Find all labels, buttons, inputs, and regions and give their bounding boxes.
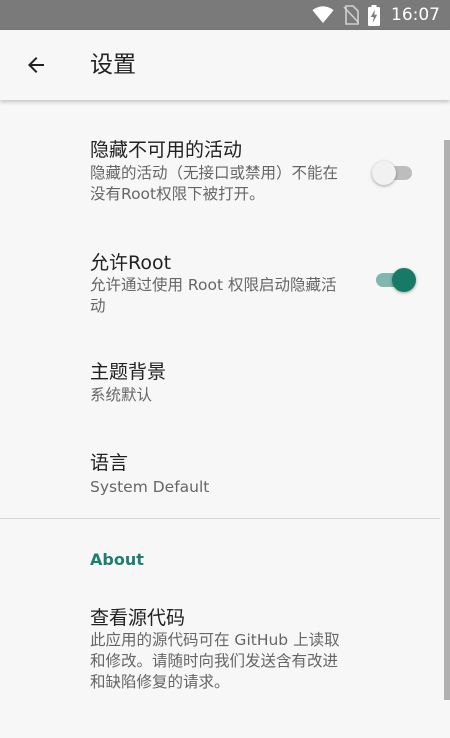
settings-list[interactable]: 隐藏不可用的活动 隐藏的活动（无接口或禁用）不能在没有Root权限下被打开。 允…: [0, 100, 450, 738]
pref-title: 允许Root: [90, 252, 172, 274]
divider: [0, 518, 440, 519]
allow-root-switch[interactable]: [372, 265, 416, 295]
pref-source-code[interactable]: 查看源代码 此应用的源代码可在 GitHub 上读取和修改。请随时向我们发送含有…: [0, 580, 440, 710]
pref-summary: 此应用的源代码可在 GitHub 上读取和修改。请随时向我们发送含有改进和缺陷修…: [90, 631, 340, 691]
section-header-about: About: [90, 550, 144, 569]
status-bar: 16:07: [0, 0, 450, 30]
pref-hide-unavailable[interactable]: 隐藏不可用的活动 隐藏的活动（无接口或禁用）不能在没有Root权限下被打开。: [0, 110, 440, 210]
pref-summary: 隐藏的活动（无接口或禁用）不能在没有Root权限下被打开。: [90, 164, 339, 203]
status-icons: 16:07: [312, 0, 440, 30]
pref-theme[interactable]: 主题背景 系统默认: [0, 330, 440, 420]
pref-allow-root[interactable]: 允许Root 允许通过使用 Root 权限启动隐藏活动: [0, 220, 440, 320]
back-button[interactable]: [16, 45, 56, 85]
switch-thumb: [392, 268, 416, 292]
page-title: 设置: [90, 52, 136, 78]
pref-summary: System Default: [90, 478, 210, 496]
pref-summary: 允许通过使用 Root 权限启动隐藏活动: [90, 276, 337, 315]
battery-charging-icon: [368, 4, 380, 26]
arrow-back-icon: [28, 57, 44, 73]
pref-title: 隐藏不可用的活动: [90, 139, 243, 161]
pref-title: 语言: [90, 452, 129, 474]
status-time: 16:07: [391, 5, 440, 25]
switch-thumb: [372, 161, 396, 185]
pref-summary: 系统默认: [90, 386, 153, 404]
pref-language[interactable]: 语言 System Default: [0, 420, 440, 518]
scrollbar[interactable]: [444, 140, 450, 700]
app-bar: 设置: [0, 30, 450, 100]
hide-unavailable-switch[interactable]: [372, 158, 416, 188]
wifi-icon: [312, 6, 334, 23]
pref-title: 查看源代码: [90, 607, 186, 629]
no-sim-icon: [343, 5, 359, 25]
pref-title: 主题背景: [90, 361, 167, 383]
